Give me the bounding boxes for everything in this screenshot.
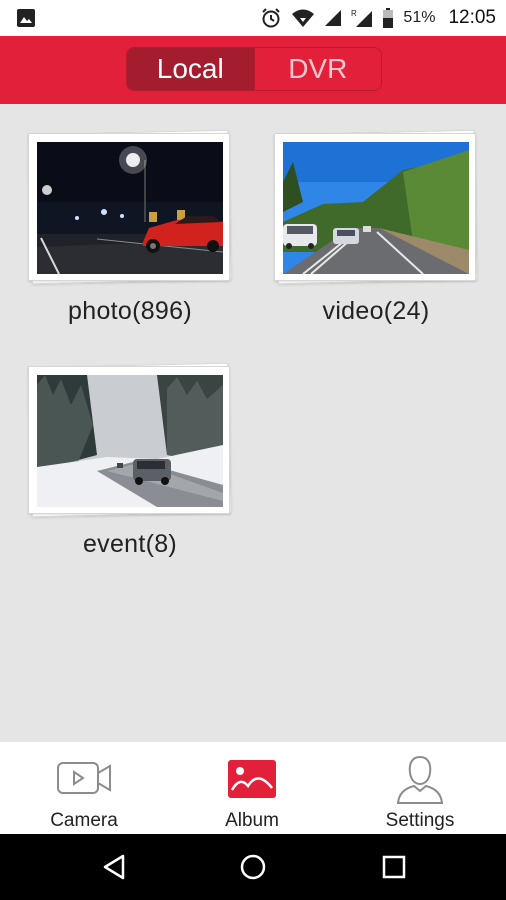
battery-icon [382, 8, 394, 28]
tab-dvr[interactable]: DVR [253, 48, 381, 90]
clock: 12:05 [448, 7, 496, 28]
status-bar: R 51% 12:05 [0, 0, 506, 36]
home-icon[interactable] [213, 834, 293, 900]
album-video-thumbnail [283, 142, 469, 274]
source-segmented-control: Local DVR [126, 47, 382, 91]
image-notification-icon [16, 8, 36, 32]
nav-settings[interactable]: Settings [370, 742, 470, 834]
album-photo[interactable]: photo(896) [26, 129, 234, 341]
album-icon [226, 754, 278, 804]
recents-icon[interactable] [354, 834, 434, 900]
album-event[interactable]: event(8) [26, 362, 234, 574]
album-photo-label: photo(896) [68, 297, 192, 325]
app-header: Local DVR [0, 36, 506, 104]
battery-percent: 51% [403, 9, 436, 26]
back-icon[interactable] [74, 834, 154, 900]
album-video-label: video(24) [322, 297, 430, 325]
tab-local[interactable]: Local [127, 48, 254, 90]
alarm-icon [260, 7, 282, 29]
settings-person-icon [394, 754, 446, 804]
album-event-label: event(8) [82, 530, 178, 558]
album-video[interactable]: video(24) [272, 129, 480, 341]
system-navigation-bar [0, 834, 506, 900]
camera-icon [54, 754, 114, 804]
album-event-thumbnail [37, 375, 223, 507]
nav-settings-label: Settings [385, 810, 455, 831]
bottom-navigation: Camera Album Settings [0, 742, 506, 834]
cell-signal-icon [324, 9, 342, 27]
svg-text:R: R [351, 9, 357, 18]
wifi-icon [291, 8, 315, 28]
nav-album-label: Album [225, 810, 279, 831]
nav-album[interactable]: Album [202, 742, 302, 834]
roaming-signal-icon: R [351, 8, 373, 28]
nav-camera-label: Camera [50, 810, 118, 831]
nav-camera[interactable]: Camera [34, 742, 134, 834]
album-photo-thumbnail [37, 142, 223, 274]
